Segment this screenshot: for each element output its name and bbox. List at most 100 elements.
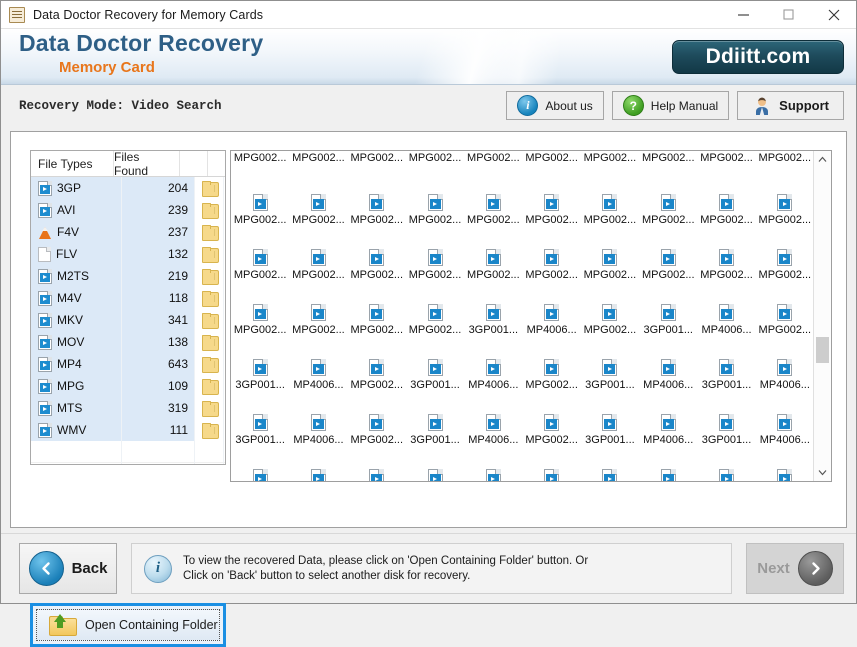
open-containing-folder-button[interactable]: Open Containing Folder bbox=[36, 609, 220, 641]
table-row[interactable]: AVI 239 bbox=[31, 199, 225, 221]
grid-file-item[interactable]: MPG002... bbox=[289, 228, 347, 283]
table-row[interactable]: MKV 341 bbox=[31, 309, 225, 331]
grid-file-item[interactable]: MPG002... bbox=[289, 173, 347, 228]
table-row[interactable]: MP4 643 bbox=[31, 353, 225, 375]
grid-file-item[interactable]: MPG002... bbox=[522, 173, 580, 228]
grid-file-item[interactable]: MPG002... bbox=[697, 173, 755, 228]
maximize-button[interactable] bbox=[766, 1, 811, 28]
table-row[interactable]: FLV 132 bbox=[31, 243, 225, 265]
grid-file-item[interactable]: MPG002... bbox=[464, 151, 522, 173]
folder-cell[interactable] bbox=[195, 221, 224, 243]
grid-file-item[interactable]: MP4006... bbox=[756, 448, 814, 481]
folder-cell[interactable] bbox=[195, 243, 224, 265]
grid-file-item[interactable]: MPG002... bbox=[231, 151, 289, 173]
grid-file-item[interactable]: MPG002... bbox=[348, 338, 406, 393]
grid-file-item[interactable]: MPG002... bbox=[464, 173, 522, 228]
grid-file-item[interactable]: MPG002... bbox=[289, 283, 347, 338]
grid-file-item[interactable]: MPG002... bbox=[581, 151, 639, 173]
grid-file-item[interactable]: MPG002... bbox=[639, 173, 697, 228]
help-manual-button[interactable]: ? Help Manual bbox=[611, 91, 730, 120]
site-logo[interactable]: Ddiitt.com bbox=[672, 40, 844, 74]
grid-file-item[interactable]: MP4006... bbox=[756, 338, 814, 393]
grid-file-item[interactable]: 3GP001... bbox=[464, 283, 522, 338]
grid-file-item[interactable]: MPG002... bbox=[581, 173, 639, 228]
grid-file-item[interactable]: MP4006... bbox=[464, 448, 522, 481]
grid-file-item[interactable]: 3GP001... bbox=[406, 393, 464, 448]
back-button[interactable]: Back bbox=[19, 543, 117, 594]
grid-file-item[interactable]: MPG002... bbox=[756, 151, 814, 173]
table-row[interactable]: F4V 237 bbox=[31, 221, 225, 243]
grid-file-item[interactable]: 3GP001... bbox=[406, 338, 464, 393]
grid-file-item[interactable]: MPG002... bbox=[639, 151, 697, 173]
grid-file-item[interactable]: MPG002... bbox=[581, 283, 639, 338]
grid-file-item[interactable]: MPG002... bbox=[522, 151, 580, 173]
grid-file-item[interactable]: 3GP001... bbox=[581, 393, 639, 448]
grid-file-item[interactable]: 3GP001... bbox=[639, 283, 697, 338]
grid-file-item[interactable]: MP4006... bbox=[289, 338, 347, 393]
grid-file-item[interactable]: MPG002... bbox=[522, 448, 580, 481]
minimize-button[interactable] bbox=[721, 1, 766, 28]
grid-file-item[interactable]: 3GP001... bbox=[697, 338, 755, 393]
grid-file-item[interactable]: MPG002... bbox=[348, 173, 406, 228]
grid-file-item[interactable]: MPG002... bbox=[231, 228, 289, 283]
folder-cell[interactable] bbox=[195, 397, 224, 419]
grid-file-item[interactable]: MPG002... bbox=[522, 338, 580, 393]
folder-cell[interactable] bbox=[195, 375, 224, 397]
folder-cell[interactable] bbox=[195, 331, 224, 353]
grid-file-item[interactable]: MP4006... bbox=[289, 448, 347, 481]
table-row[interactable]: 3GP 204 bbox=[31, 177, 225, 199]
folder-cell[interactable] bbox=[195, 309, 224, 331]
grid-file-item[interactable]: MPG002... bbox=[231, 173, 289, 228]
folder-cell[interactable] bbox=[195, 177, 224, 199]
folder-cell[interactable] bbox=[195, 353, 224, 375]
grid-file-item[interactable]: MP4006... bbox=[639, 338, 697, 393]
grid-file-item[interactable]: MPG002... bbox=[756, 228, 814, 283]
grid-file-item[interactable]: MPG002... bbox=[756, 283, 814, 338]
table-row[interactable]: MPG 109 bbox=[31, 375, 225, 397]
close-button[interactable] bbox=[811, 1, 856, 28]
about-us-button[interactable]: i About us bbox=[506, 91, 604, 120]
folder-cell[interactable] bbox=[195, 199, 224, 221]
grid-file-item[interactable]: MPG002... bbox=[406, 173, 464, 228]
grid-file-item[interactable]: MP4006... bbox=[464, 338, 522, 393]
grid-file-item[interactable]: MP4006... bbox=[639, 448, 697, 481]
table-row[interactable]: M4V 118 bbox=[31, 287, 225, 309]
grid-file-item[interactable]: MPG002... bbox=[581, 228, 639, 283]
grid-file-item[interactable]: 3GP001... bbox=[406, 448, 464, 481]
grid-file-item[interactable]: MPG002... bbox=[522, 393, 580, 448]
folder-cell[interactable] bbox=[195, 419, 224, 441]
grid-file-item[interactable]: 3GP001... bbox=[231, 393, 289, 448]
grid-file-item[interactable]: MPG002... bbox=[522, 228, 580, 283]
grid-file-item[interactable]: MPG002... bbox=[406, 151, 464, 173]
grid-file-item[interactable]: MP4006... bbox=[756, 393, 814, 448]
grid-file-item[interactable]: MPG002... bbox=[348, 228, 406, 283]
table-row[interactable]: WMV 111 bbox=[31, 419, 225, 441]
recovered-files-grid[interactable]: MPG002... MPG002... MPG002... MPG002... MPG0… bbox=[230, 150, 832, 482]
grid-file-item[interactable]: MPG002... bbox=[289, 151, 347, 173]
grid-file-item[interactable]: MPG002... bbox=[348, 448, 406, 481]
grid-file-item[interactable]: 3GP001... bbox=[231, 448, 289, 481]
scroll-down-arrow-icon[interactable] bbox=[814, 464, 831, 481]
grid-file-item[interactable]: 3GP001... bbox=[581, 338, 639, 393]
grid-file-item[interactable]: MP4006... bbox=[697, 283, 755, 338]
table-row[interactable]: MOV 138 bbox=[31, 331, 225, 353]
support-button[interactable]: Support bbox=[737, 91, 844, 120]
table-row[interactable]: M2TS 219 bbox=[31, 265, 225, 287]
next-button[interactable]: Next bbox=[746, 543, 844, 594]
grid-file-item[interactable]: 3GP001... bbox=[231, 338, 289, 393]
grid-file-item[interactable]: 3GP001... bbox=[581, 448, 639, 481]
grid-file-item[interactable]: MPG002... bbox=[231, 283, 289, 338]
grid-file-item[interactable]: MP4006... bbox=[464, 393, 522, 448]
grid-file-item[interactable]: MPG002... bbox=[406, 228, 464, 283]
grid-file-item[interactable]: MP4006... bbox=[522, 283, 580, 338]
scroll-up-arrow-icon[interactable] bbox=[814, 151, 831, 168]
file-types-table[interactable]: File Types Files Found 3GP 204 AVI 239 F4V 23… bbox=[30, 150, 226, 465]
grid-file-item[interactable]: MPG002... bbox=[756, 173, 814, 228]
grid-file-item[interactable]: MPG002... bbox=[348, 283, 406, 338]
grid-file-item[interactable]: MPG002... bbox=[406, 283, 464, 338]
folder-cell[interactable] bbox=[195, 287, 224, 309]
table-row[interactable]: MTS 319 bbox=[31, 397, 225, 419]
grid-vertical-scrollbar[interactable] bbox=[813, 151, 831, 481]
grid-file-item[interactable]: MP4006... bbox=[697, 448, 755, 481]
grid-file-item[interactable]: MPG002... bbox=[639, 228, 697, 283]
